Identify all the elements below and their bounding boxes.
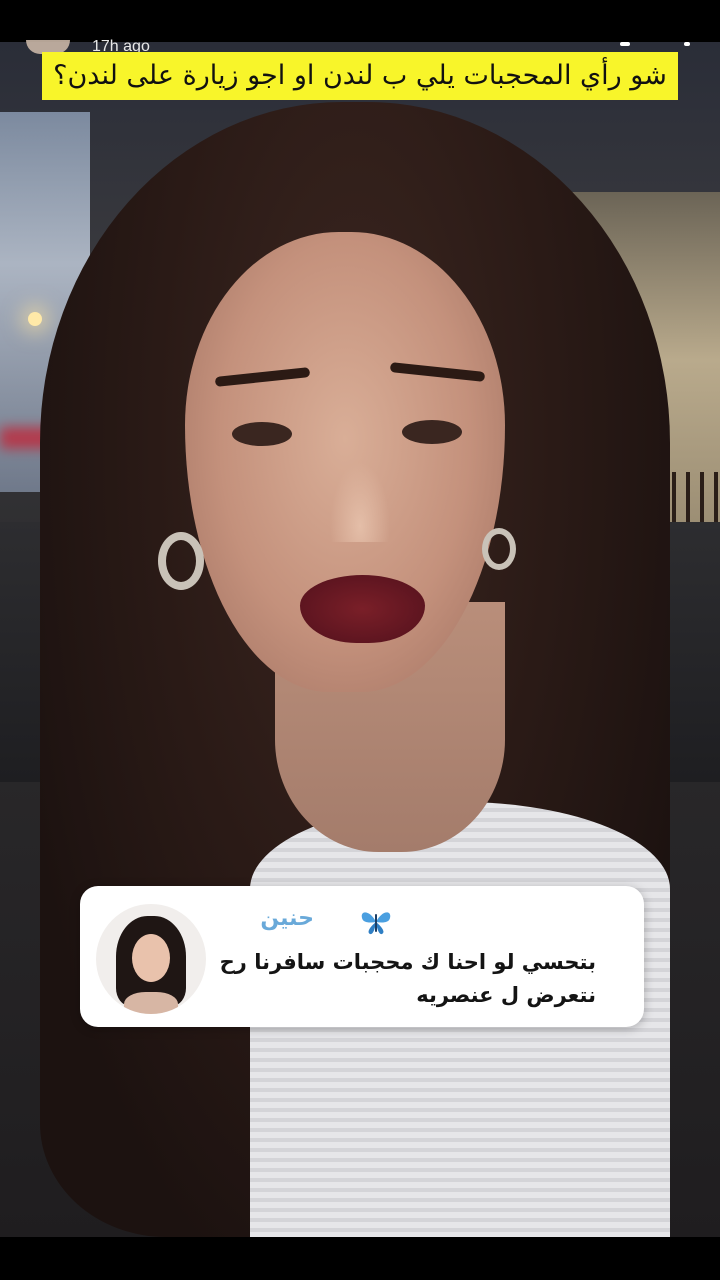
butterfly-icon bbox=[361, 912, 391, 935]
street-lamp bbox=[28, 312, 42, 326]
sticker-question-text: بتحسي لو احنا ك محجبات سافرنا رح نتعرض ل… bbox=[219, 950, 596, 1007]
more-options-icon[interactable] bbox=[620, 42, 630, 46]
right-eye bbox=[402, 420, 462, 444]
left-earring bbox=[158, 532, 204, 590]
bitmoji-avatar-icon bbox=[96, 904, 206, 1014]
sticker-username: حنين bbox=[260, 906, 314, 931]
nose-highlight bbox=[330, 462, 390, 542]
avatar-face bbox=[132, 934, 170, 982]
close-icon[interactable] bbox=[684, 42, 690, 46]
question-sticker[interactable]: حنين بتحسي لو احنا ك محجبات سافرنا رح نت… bbox=[80, 886, 644, 1027]
story-video-frame[interactable] bbox=[0, 42, 720, 1237]
avatar-body bbox=[124, 992, 178, 1014]
story-caption: شو رأي المحجبات يلي ب لندن او اجو زيارة … bbox=[42, 52, 678, 100]
right-earring bbox=[482, 528, 516, 570]
left-eye bbox=[232, 422, 292, 446]
lips bbox=[300, 575, 425, 643]
